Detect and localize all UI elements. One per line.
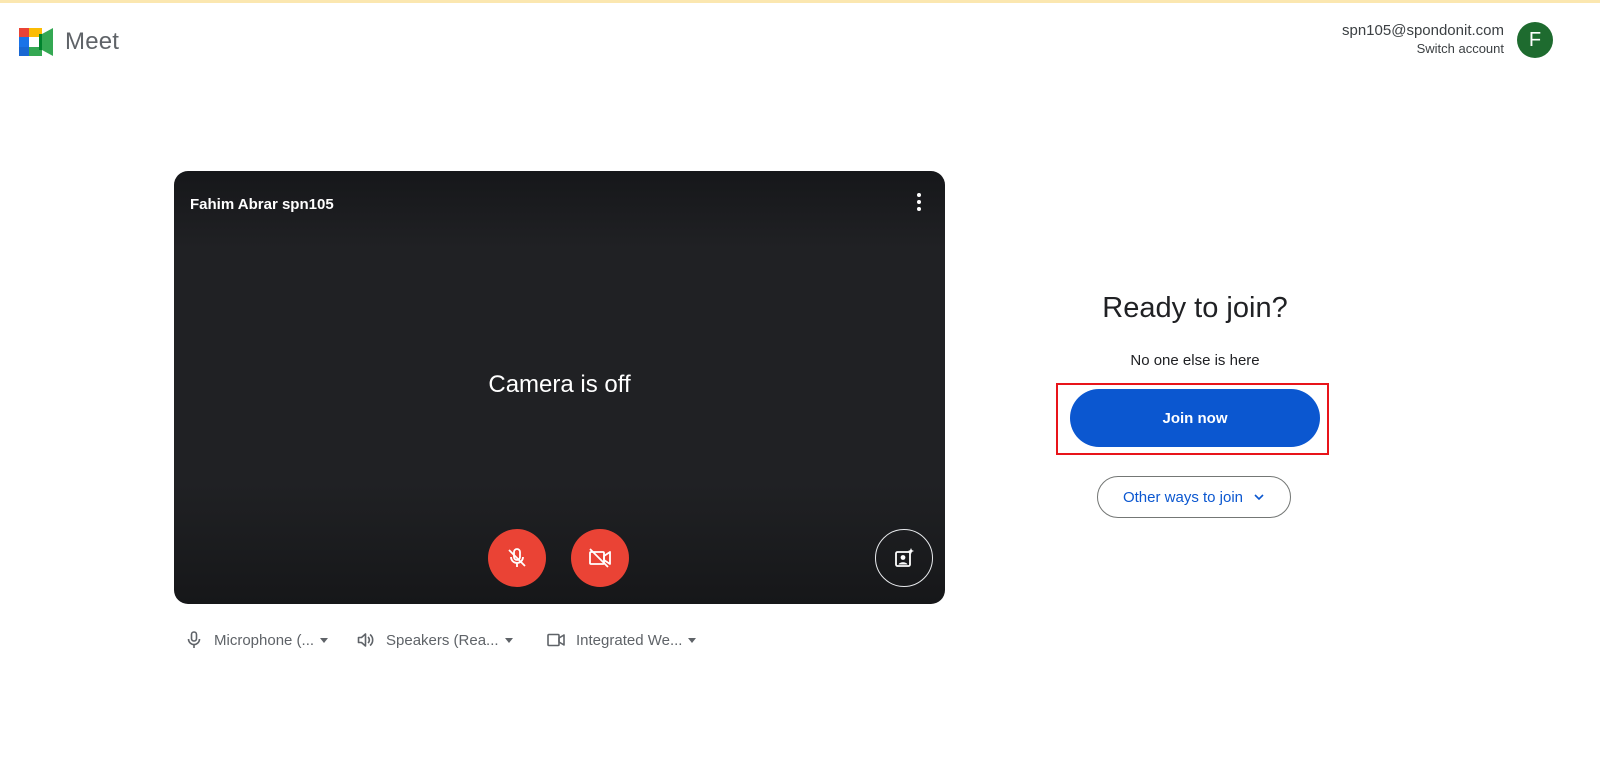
video-preview: Fahim Abrar spn105 Camera is off (174, 171, 945, 604)
account-info: spn105@spondonit.com Switch account (1342, 22, 1504, 57)
switch-account-link[interactable]: Switch account (1342, 40, 1504, 57)
ready-title: Ready to join? (1102, 292, 1288, 324)
other-ways-to-join-button[interactable]: Other ways to join (1097, 476, 1291, 518)
videocam-icon (546, 630, 566, 650)
chevron-down-icon (688, 637, 697, 643)
videocam-off-icon (589, 548, 611, 568)
join-now-button[interactable]: Join now (1070, 389, 1320, 447)
other-ways-label: Other ways to join (1122, 488, 1244, 506)
chevron-down-icon (1254, 494, 1264, 501)
meeting-status: No one else is here (1130, 352, 1260, 369)
mic-off-icon (508, 548, 526, 567)
chevron-down-icon (504, 637, 513, 643)
more-options-button[interactable] (907, 189, 931, 215)
participant-name: Fahim Abrar spn105 (190, 196, 334, 213)
microphone-icon (184, 630, 204, 650)
microphone-selector[interactable]: Microphone (... (174, 630, 334, 650)
header: Meet spn105@spondonit.com Switch account… (0, 3, 1600, 79)
avatar[interactable]: F (1517, 22, 1553, 58)
speaker-icon (356, 630, 376, 650)
app-name: Meet (65, 28, 120, 55)
more-vert-icon (917, 193, 921, 197)
camera-label: Integrated We... (576, 631, 683, 649)
visual-effects-button[interactable] (875, 529, 933, 587)
visual-effects-icon (895, 548, 914, 567)
meet-logo[interactable]: Meet (19, 28, 119, 56)
device-selectors: Microphone (... Speakers (Rea... Integra… (174, 626, 714, 654)
chevron-down-icon (320, 637, 329, 643)
mic-toggle-button[interactable] (488, 529, 546, 587)
camera-selector[interactable]: Integrated We... (536, 630, 714, 650)
speakers-selector[interactable]: Speakers (Rea... (346, 630, 524, 650)
camera-status: Camera is off (488, 371, 631, 398)
join-panel: Ready to join? No one else is here (1055, 290, 1335, 369)
camera-toggle-button[interactable] (571, 529, 629, 587)
microphone-label: Microphone (... (214, 631, 315, 649)
account-email: spn105@spondonit.com (1342, 22, 1504, 39)
speakers-label: Speakers (Rea... (386, 631, 499, 649)
meet-logo-icon (19, 28, 53, 56)
